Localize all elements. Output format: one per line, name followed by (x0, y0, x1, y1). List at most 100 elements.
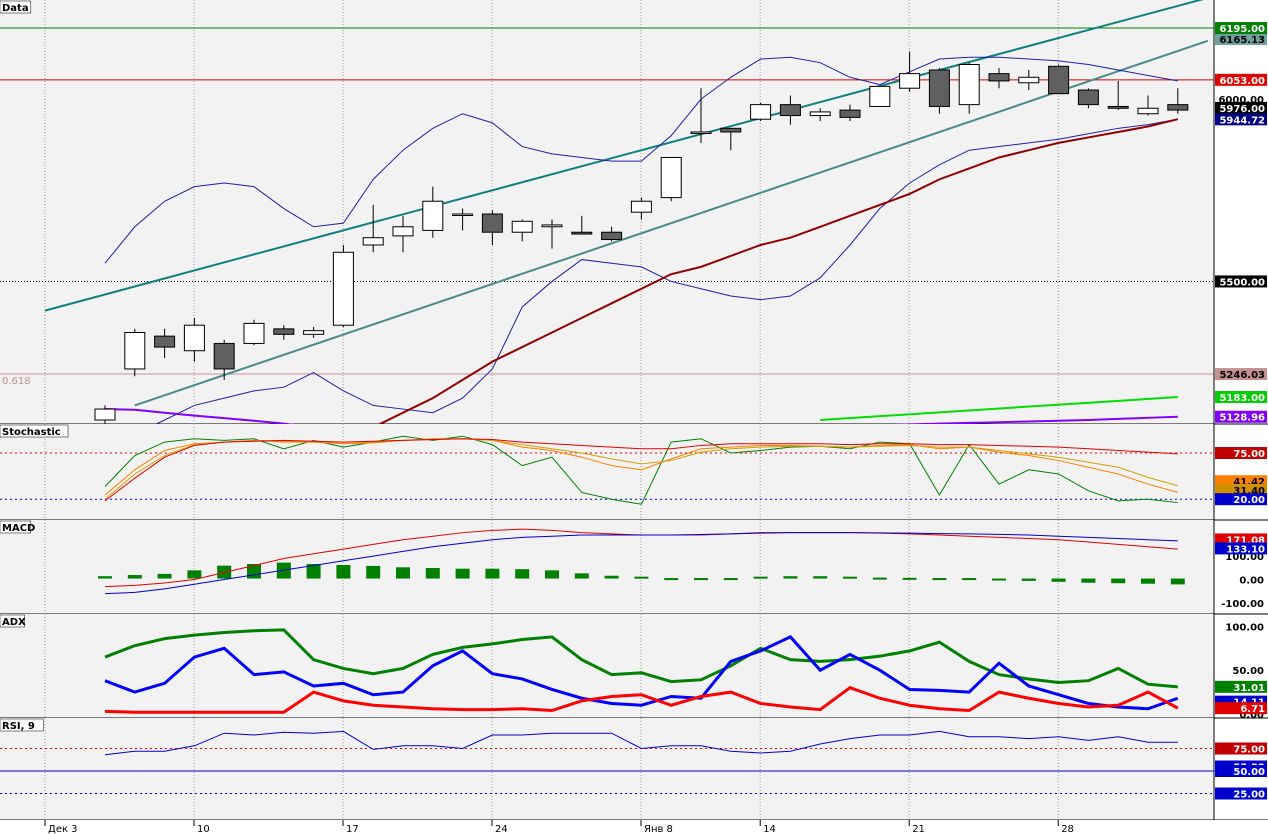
candle-body (243, 322, 265, 344)
macd-histogram-bar (813, 576, 828, 579)
candle-body (94, 408, 116, 421)
macd-histogram-bar (485, 568, 500, 579)
pane-plot-area (0, 424, 1214, 520)
candle-body (869, 85, 891, 107)
candle-body (779, 104, 801, 117)
pane-plot-area (0, 0, 1214, 424)
axis-price-label: 5944.72 (1219, 115, 1265, 126)
candle-body (124, 331, 146, 370)
x-axis-label: Янв 8 (644, 824, 673, 834)
candle-body (1107, 105, 1129, 109)
candle-body (511, 220, 533, 233)
macd-histogram-bar (932, 578, 947, 581)
x-axis-label: 28 (1061, 824, 1074, 834)
x-axis-label: 24 (495, 824, 508, 834)
axis-price-label: 6165.13 (1219, 35, 1265, 46)
macd-histogram-bar (723, 578, 738, 581)
axis-tick-label: -100.00 (1221, 599, 1264, 610)
axis-price-label: 20.00 (1233, 495, 1265, 506)
candle-body (571, 231, 593, 235)
candle-body (452, 213, 474, 216)
macd-histogram-bar (1021, 578, 1036, 581)
macd-histogram-bar (455, 568, 470, 579)
axis-price-label: 31.01 (1233, 683, 1265, 694)
macd-histogram-bar (366, 565, 381, 579)
candle-body (1077, 89, 1099, 106)
candle-body (183, 324, 205, 352)
macd-histogram-bar (962, 578, 977, 581)
candle-body (958, 64, 980, 106)
candle-body (1018, 76, 1040, 84)
axis-price-label: 50.00 (1233, 767, 1265, 778)
macd-histogram-bar (396, 567, 410, 579)
pane-adx: ADX100.0050.000.0031.0114.116.71 (0, 614, 1268, 721)
x-axis-label: 17 (346, 824, 359, 834)
axis-price-label: 5246.03 (1219, 370, 1265, 381)
candle-body (809, 111, 831, 117)
axis-price-label: 5183.00 (1219, 393, 1265, 404)
macd-histogram-bar (1111, 578, 1126, 584)
x-axis-label: 10 (197, 824, 210, 834)
axis-price-label: 6053.00 (1219, 76, 1265, 87)
pane-data: 0.618Data6000.006165.136053.005976.00594… (0, 0, 1268, 480)
pane-title: Data (2, 3, 29, 14)
pane-title: ADX (2, 617, 26, 628)
axis-price-label: 5128.96 (1219, 413, 1265, 424)
macd-histogram-bar (694, 578, 708, 581)
candle-body (630, 200, 652, 213)
candle-body (928, 69, 950, 107)
candle-body (839, 109, 861, 118)
axis-price-label: 5500.00 (1219, 277, 1265, 288)
macd-histogram-bar (98, 576, 112, 579)
candle-body (750, 104, 772, 120)
candle-body (273, 328, 295, 335)
macd-histogram-bar (1170, 578, 1185, 585)
macd-histogram-bar (783, 576, 798, 579)
axis-price-label: 75.00 (1233, 449, 1265, 460)
axis-price-label: 6.71 (1240, 704, 1265, 715)
candle-body (213, 342, 235, 370)
candle-body (541, 224, 563, 228)
macd-histogram-bar (187, 570, 202, 579)
macd-histogram-bar (604, 575, 619, 579)
macd-histogram-bar (753, 576, 768, 579)
candle-body (690, 131, 712, 134)
candle-body (392, 226, 414, 237)
macd-histogram-bar (634, 576, 649, 579)
axis-price-label: 25.00 (1233, 790, 1265, 801)
fib-level-label: 0.618 (2, 376, 31, 387)
axis-price-label: 133.10 (1226, 544, 1265, 555)
stock-chart: 0.618Data6000.006165.136053.005976.00594… (0, 0, 1268, 834)
candle-body (1137, 107, 1159, 115)
axis-tick-label: 0.00 (1239, 576, 1264, 587)
candle-body (422, 200, 444, 231)
candle-body (303, 330, 325, 335)
pane-stochastic: Stochastic75.0041.4231.4020.00 (0, 424, 1268, 521)
macd-histogram-bar (336, 564, 351, 579)
macd-histogram-bar (902, 577, 917, 580)
macd-histogram-bar (843, 576, 857, 579)
axis-price-label: 6195.00 (1219, 24, 1265, 35)
pane-title: MACD (2, 523, 35, 534)
candle-body (1167, 104, 1189, 111)
pane-macd: MACD100.000.00-100.00171.08133.10 (0, 520, 1268, 615)
macd-histogram-bar (545, 570, 559, 579)
pane-title: RSI, 9 (2, 721, 35, 732)
candle-body (481, 213, 503, 233)
candle-body (660, 156, 682, 199)
candle-body (720, 127, 742, 133)
axis-tick-label: 50.00 (1232, 666, 1264, 677)
candle-body (154, 335, 176, 348)
pane-rsi: RSI, 975.0055.2250.0025.00 (0, 718, 1268, 821)
pane-title: Stochastic (2, 427, 61, 438)
macd-histogram-bar (157, 573, 172, 579)
x-axis-label: 21 (912, 824, 925, 834)
macd-histogram-bar (1141, 578, 1155, 584)
x-axis-band (0, 820, 1268, 834)
macd-histogram-bar (574, 573, 589, 579)
candle-body (1048, 65, 1070, 95)
axis-price-label: 75.00 (1233, 745, 1265, 756)
candle-body (899, 73, 921, 89)
axis-tick-label: 100.00 (1225, 622, 1264, 633)
candle-body (601, 231, 623, 241)
